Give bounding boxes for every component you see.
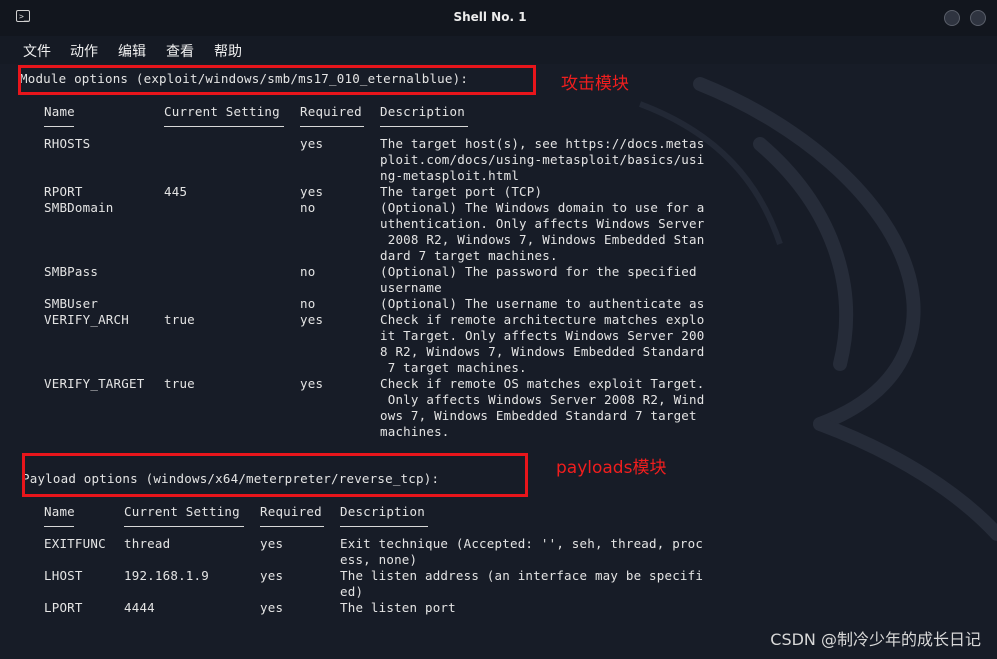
payload-col-underline	[124, 526, 244, 527]
payload-col-name: Name	[44, 504, 75, 519]
option-description: 2008 R2, Windows 7, Windows Embedded Sta…	[380, 232, 705, 247]
maximize-button[interactable]	[970, 10, 986, 26]
option-description: username	[380, 280, 442, 295]
payload-highlight-box	[22, 453, 528, 497]
option-required: yes	[300, 312, 324, 327]
module-col-underline	[300, 126, 364, 127]
option-description: The listen address (an interface may be …	[340, 568, 704, 583]
payload-col-description: Description	[340, 504, 425, 519]
option-description: The target host(s), see https://docs.met…	[380, 136, 705, 151]
option-required: no	[300, 200, 316, 215]
terminal-output[interactable]: Module options (exploit/windows/smb/ms17…	[0, 64, 997, 659]
option-required: yes	[260, 568, 284, 583]
option-setting: true	[164, 312, 195, 327]
option-description: it Target. Only affects Windows Server 2…	[380, 328, 705, 343]
option-description: ng-metasploit.html	[380, 168, 520, 183]
option-setting: 192.168.1.9	[124, 568, 209, 583]
module-highlight-box	[18, 65, 536, 95]
module-col-setting: Current Setting	[164, 104, 280, 119]
option-description: The target port (TCP)	[380, 184, 543, 199]
option-name: VERIFY_TARGET	[44, 376, 145, 391]
option-description: Check if remote architecture matches exp…	[380, 312, 705, 327]
option-description: Exit technique (Accepted: '', seh, threa…	[340, 536, 704, 551]
menu-edit[interactable]: 编辑	[118, 41, 146, 61]
option-description: ploit.com/docs/using-metasploit/basics/u…	[380, 152, 705, 167]
csdn-watermark: CSDN @制冷少年的成长日记	[770, 630, 981, 649]
option-required: yes	[260, 600, 284, 615]
module-col-underline	[44, 126, 74, 127]
option-description: Check if remote OS matches exploit Targe…	[380, 376, 705, 391]
payload-col-underline	[44, 526, 74, 527]
option-description: ed)	[340, 584, 364, 599]
option-description: The listen port	[340, 600, 456, 615]
menu-file[interactable]: 文件	[23, 41, 51, 61]
option-name: SMBDomain	[44, 200, 114, 215]
payload-annotation: payloads模块	[556, 458, 667, 478]
payload-col-setting: Current Setting	[124, 504, 240, 519]
option-required: no	[300, 264, 316, 279]
option-description: dard 7 target machines.	[380, 248, 558, 263]
module-col-description: Description	[380, 104, 465, 119]
option-required: yes	[300, 184, 324, 199]
module-col-underline	[380, 126, 468, 127]
option-description: ess, none)	[340, 552, 418, 567]
payload-col-underline	[340, 526, 428, 527]
option-name: RHOSTS	[44, 136, 91, 151]
option-description: uthentication. Only affects Windows Serv…	[380, 216, 705, 231]
option-name: SMBPass	[44, 264, 99, 279]
option-description: machines.	[380, 424, 450, 439]
option-name: SMBUser	[44, 296, 99, 311]
option-description: (Optional) The username to authenticate …	[380, 296, 705, 311]
module-annotation: 攻击模块	[561, 74, 629, 94]
menu-view[interactable]: 查看	[166, 41, 194, 61]
menu-help[interactable]: 帮助	[214, 41, 242, 61]
option-name: RPORT	[44, 184, 83, 199]
module-col-underline	[164, 126, 284, 127]
module-col-name: Name	[44, 104, 75, 119]
menu-action[interactable]: 动作	[70, 41, 98, 61]
option-description: (Optional) The Windows domain to use for…	[380, 200, 705, 215]
option-setting: 445	[164, 184, 188, 199]
module-col-required: Required	[300, 104, 362, 119]
option-required: no	[300, 296, 316, 311]
option-description: 8 R2, Windows 7, Windows Embedded Standa…	[380, 344, 705, 359]
title-bar: >_ Shell No. 1	[0, 0, 997, 36]
payload-col-underline	[260, 526, 324, 527]
option-name: LHOST	[44, 568, 83, 583]
option-description: 7 target machines.	[380, 360, 527, 375]
option-setting: true	[164, 376, 195, 391]
option-description: ows 7, Windows Embedded Standard 7 targe…	[380, 408, 697, 423]
payload-col-required: Required	[260, 504, 322, 519]
option-setting: 4444	[124, 600, 155, 615]
option-required: yes	[260, 536, 284, 551]
option-required: yes	[300, 136, 324, 151]
option-name: LPORT	[44, 600, 83, 615]
menu-bar: 文件 动作 编辑 查看 帮助	[0, 36, 997, 64]
option-setting: thread	[124, 536, 171, 551]
window-title: Shell No. 1	[453, 10, 527, 24]
option-name: VERIFY_ARCH	[44, 312, 129, 327]
option-name: EXITFUNC	[44, 536, 106, 551]
option-required: yes	[300, 376, 324, 391]
option-description: Only affects Windows Server 2008 R2, Win…	[380, 392, 705, 407]
minimize-button[interactable]	[944, 10, 960, 26]
option-description: (Optional) The password for the specifie…	[380, 264, 697, 279]
